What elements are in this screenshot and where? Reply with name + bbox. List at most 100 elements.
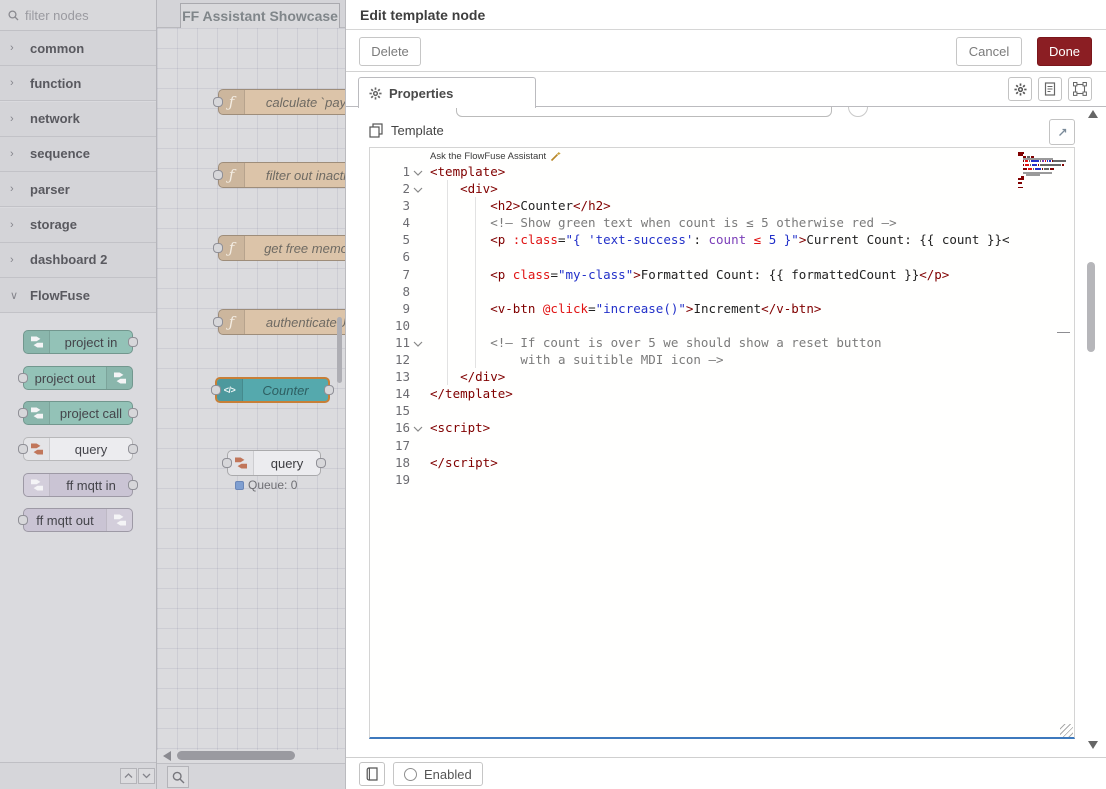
cancel-button[interactable]: Cancel xyxy=(956,37,1022,66)
output-port[interactable] xyxy=(324,385,334,395)
scroll-up-arrow-icon[interactable] xyxy=(1088,110,1098,118)
tab-ff-assistant-showcase[interactable]: FF Assistant Showcase xyxy=(180,3,340,28)
chevron-right-icon: › xyxy=(10,254,20,266)
palette-category-parser[interactable]: › parser xyxy=(0,172,156,207)
fold-toggle[interactable] xyxy=(413,420,427,433)
palette-category-common[interactable]: › common xyxy=(0,31,156,66)
palette-node-ff-mqtt-out[interactable]: ff mqtt out xyxy=(23,508,133,532)
output-port[interactable] xyxy=(128,444,138,454)
code-lines[interactable]: 1<template>2 <div>3 <h2>Counter</h2>4 <!… xyxy=(370,163,1074,488)
output-port[interactable] xyxy=(128,408,138,418)
input-port[interactable] xyxy=(213,97,223,107)
input-port[interactable] xyxy=(222,458,232,468)
fold-toggle[interactable] xyxy=(413,164,427,177)
flow-grid[interactable]: ƒ calculate `pay ƒ filter out inacti ƒ get… xyxy=(157,28,345,750)
code-line[interactable]: 4 <!— Show green text when count is ≤ 5 … xyxy=(370,214,1074,231)
canvas-horizontal-scrollbar[interactable] xyxy=(157,750,345,762)
input-port[interactable] xyxy=(213,243,223,253)
input-port[interactable] xyxy=(211,385,221,395)
code-line[interactable]: 15 xyxy=(370,402,1074,419)
flow-canvas[interactable]: FF Assistant Showcase ƒ calculate `payƒ … xyxy=(157,0,345,789)
editor-minimap[interactable] xyxy=(1018,152,1066,191)
code-line[interactable]: 8 xyxy=(370,283,1074,300)
dialog-scrollbar-thumb[interactable] xyxy=(1087,262,1095,352)
node-appearance-button[interactable] xyxy=(1068,77,1092,101)
palette-node-project-call[interactable]: project call xyxy=(23,401,133,425)
palette-category-storage[interactable]: › storage xyxy=(0,208,156,243)
code-line[interactable]: 5 <p :class="{ 'text-success': count ≤ 5… xyxy=(370,231,1074,248)
flow-node-counter[interactable]: </> Counter xyxy=(215,377,330,403)
output-port[interactable] xyxy=(316,458,326,468)
scroll-down-arrow-icon[interactable] xyxy=(1088,741,1098,749)
flow-node-authenticateu[interactable]: ƒ authenticateU xyxy=(218,309,345,335)
palette-category-function[interactable]: › function xyxy=(0,66,156,101)
node-docs-button[interactable] xyxy=(359,762,385,786)
palette-expand-all-button[interactable] xyxy=(138,768,155,784)
input-port[interactable] xyxy=(18,373,28,383)
code-line[interactable]: 18</script> xyxy=(370,454,1074,471)
flow-node-get-free-memo[interactable]: ƒ get free memo xyxy=(218,235,345,261)
input-port[interactable] xyxy=(18,408,28,418)
code-line[interactable]: 16<script> xyxy=(370,419,1074,436)
editor-resize-handle[interactable] xyxy=(1060,724,1073,737)
chevron-up-icon xyxy=(124,773,133,779)
fold-chevron-icon[interactable] xyxy=(413,425,423,433)
code-line[interactable]: 2 <div> xyxy=(370,180,1074,197)
code-line[interactable]: 1<template> xyxy=(370,163,1074,180)
flow-node-filter-out-inacti[interactable]: ƒ filter out inacti xyxy=(218,162,345,188)
code-line[interactable]: 6 xyxy=(370,248,1074,265)
input-port[interactable] xyxy=(18,515,28,525)
palette-category-sequence[interactable]: › sequence xyxy=(0,137,156,172)
input-port[interactable] xyxy=(213,317,223,327)
code-line[interactable]: 14</template> xyxy=(370,385,1074,402)
canvas-vertical-scrollbar[interactable] xyxy=(337,317,342,383)
code-line[interactable]: 13 </div> xyxy=(370,368,1074,385)
code-line[interactable]: 19 xyxy=(370,471,1074,488)
code-line[interactable]: 7 <p class="my-class">Formatted Count: {… xyxy=(370,266,1074,283)
flow-node-query[interactable]: query xyxy=(227,450,321,476)
input-port[interactable] xyxy=(18,444,28,454)
palette-collapse-all-button[interactable] xyxy=(120,768,137,784)
fold-toggle[interactable] xyxy=(413,181,427,194)
palette-category-dashboard-2[interactable]: › dashboard 2 xyxy=(0,243,156,278)
delete-button[interactable]: Delete xyxy=(359,37,421,66)
fold-chevron-icon[interactable] xyxy=(413,186,423,194)
tab-properties[interactable]: Properties xyxy=(358,77,536,108)
fold-chevron-icon[interactable] xyxy=(413,340,423,348)
code-line[interactable]: 17 xyxy=(370,437,1074,454)
code-line[interactable]: 3 <h2>Counter</h2> xyxy=(370,197,1074,214)
code-editor[interactable]: Ask the FlowFuse Assistant 1<template>2 … xyxy=(369,147,1075,739)
field-handle[interactable] xyxy=(848,107,868,117)
code-line[interactable]: 11 <!— If count is over 5 we should show… xyxy=(370,334,1074,351)
line-number: 3 xyxy=(370,197,410,214)
tab-properties-label: Properties xyxy=(389,86,453,101)
scroll-left-arrow-icon[interactable] xyxy=(163,751,171,761)
node-enabled-toggle[interactable]: Enabled xyxy=(393,762,483,786)
fold-toggle[interactable] xyxy=(413,335,427,348)
palette-node-ff-mqtt-in[interactable]: ff mqtt in xyxy=(23,473,133,497)
output-port[interactable] xyxy=(128,337,138,347)
fold-chevron-icon[interactable] xyxy=(413,169,423,177)
flowfuse-assistant-hint[interactable]: Ask the FlowFuse Assistant xyxy=(430,151,561,162)
code-line[interactable]: 10 xyxy=(370,317,1074,334)
expand-editor-button[interactable] xyxy=(1049,119,1075,145)
property-field-partial[interactable] xyxy=(456,107,832,117)
node-settings-button[interactable] xyxy=(1008,77,1032,101)
node-status-text: Queue: 0 xyxy=(248,478,297,492)
palette-category-flowfuse[interactable]: ∨ FlowFuse xyxy=(0,278,156,313)
input-port[interactable] xyxy=(213,170,223,180)
done-button[interactable]: Done xyxy=(1037,37,1092,66)
palette-node-project-in[interactable]: project in xyxy=(23,330,133,354)
code-line[interactable]: 12 with a suitible MDI icon —> xyxy=(370,351,1074,368)
flow-node-calculate-pay[interactable]: ƒ calculate `pay xyxy=(218,89,345,115)
workspace-footer xyxy=(157,763,345,789)
palette-category-network[interactable]: › network xyxy=(0,102,156,137)
palette-node-query[interactable]: query xyxy=(23,437,133,461)
node-description-button[interactable] xyxy=(1038,77,1062,101)
code-line[interactable]: 9 <v-btn @click="increase()">Increment</… xyxy=(370,300,1074,317)
palette-node-project-out[interactable]: project out xyxy=(23,366,133,390)
output-port[interactable] xyxy=(128,480,138,490)
palette-search-input[interactable]: filter nodes xyxy=(0,0,156,31)
zoom-search-button[interactable] xyxy=(167,766,189,788)
canvas-hscroll-thumb[interactable] xyxy=(177,751,295,760)
